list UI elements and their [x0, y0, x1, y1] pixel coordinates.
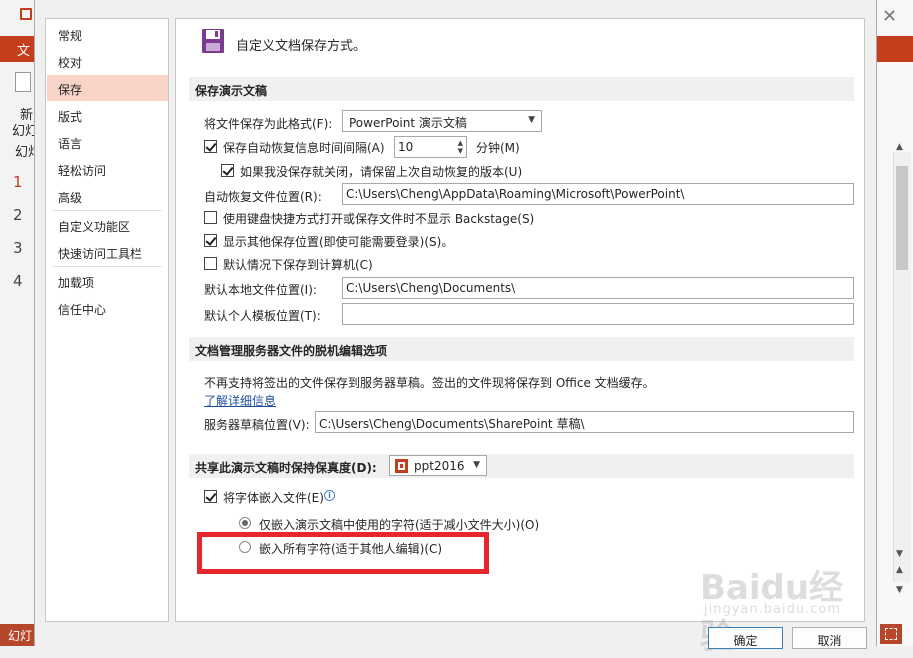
section-header-save: 保存演示文稿	[189, 77, 854, 101]
server-drafts-field[interactable]: C:\Users\Cheng\Documents\SharePoint 草稿\	[315, 411, 854, 433]
minutes-label: 分钟(M)	[476, 141, 520, 155]
scrollbar-thumb[interactable]	[896, 166, 908, 270]
info-icon[interactable]: i	[324, 490, 335, 501]
nav-item-accessibility[interactable]: 轻松访问	[47, 156, 168, 182]
autorecover-minutes-value: 10	[398, 140, 414, 154]
no-backstage-checkbox[interactable]	[204, 211, 217, 224]
default-template-location-field[interactable]	[342, 303, 854, 325]
nav-item-customize-ribbon[interactable]: 自定义功能区	[47, 212, 168, 238]
default-local-location-label: 默认本地文件位置(I):	[204, 283, 317, 297]
autorecover-location-label: 自动恢复文件位置(R):	[204, 190, 322, 204]
chevron-down-icon: ▼	[473, 460, 480, 470]
slide-thumbnail-3[interactable]: 3	[13, 239, 23, 257]
nav-item-quick-access-toolbar[interactable]: 快速访问工具栏	[47, 239, 168, 265]
watermark-url: jingyan.baidu.com	[704, 602, 841, 617]
show-additional-places-checkbox[interactable]	[204, 234, 217, 247]
offline-description: 不再支持将签出的文件保存到服务器草稿。签出的文件现将保存到 Office 文档缓…	[204, 376, 655, 390]
background-left-strip	[0, 0, 36, 646]
powerpoint-file-icon	[395, 459, 408, 473]
autorecover-location-field[interactable]: C:\Users\Cheng\AppData\Roaming\Microsoft…	[342, 183, 854, 205]
fidelity-title: 共享此演示文稿时保持保真度(D):	[195, 461, 377, 475]
presentation-dropdown[interactable]: ppt2016 ▼	[389, 455, 487, 476]
fit-window-icon	[885, 628, 897, 640]
autorecover-label: 保存自动恢复信息时间间隔(A)	[223, 141, 385, 155]
slide-thumbnail-1[interactable]: 1	[13, 173, 23, 191]
previous-slide-icon[interactable]: ▲	[896, 565, 903, 575]
nav-item-language[interactable]: 语言	[47, 129, 168, 155]
nav-item-layout[interactable]: 版式	[47, 102, 168, 128]
spin-down-icon[interactable]: ▼	[458, 148, 463, 155]
slide-thumbnail-2[interactable]: 2	[13, 206, 23, 224]
ribbon-edge	[877, 36, 913, 62]
server-drafts-label: 服务器草稿位置(V):	[204, 418, 310, 432]
save-format-dropdown[interactable]: PowerPoint 演示文稿 ▼	[342, 110, 542, 132]
nav-item-save[interactable]: 保存	[47, 75, 168, 101]
slide-thumbnail-4[interactable]: 4	[13, 272, 23, 290]
save-to-computer-checkbox[interactable]	[204, 257, 217, 270]
keep-last-version-checkbox[interactable]	[221, 164, 234, 177]
section-header-offline-editing: 文档管理服务器文件的脱机编辑选项	[189, 337, 854, 361]
autorecover-checkbox[interactable]	[204, 140, 217, 153]
nav-item-proofing[interactable]: 校对	[47, 48, 168, 74]
nav-item-general[interactable]: 常规	[47, 21, 168, 47]
presentation-name: ppt2016	[414, 459, 465, 473]
default-local-location-field[interactable]: C:\Users\Cheng\Documents\	[342, 277, 854, 299]
section-header-fidelity: 共享此演示文稿时保持保真度(D):	[189, 454, 854, 478]
no-backstage-label: 使用键盘快捷方式打开或保存文件时不显示 Backstage(S)	[223, 212, 535, 226]
save-format-value: PowerPoint 演示文稿	[349, 116, 467, 130]
chevron-down-icon: ▼	[528, 115, 535, 125]
scroll-down-arrow-icon[interactable]: ▼	[896, 549, 903, 559]
save-to-computer-label: 默认情况下保存到计算机(C)	[223, 258, 373, 272]
next-slide-icon[interactable]: ▼	[896, 585, 903, 595]
autorecover-minutes-spinner[interactable]: 10 ▲ ▼	[394, 136, 467, 158]
embed-used-characters-label: 仅嵌入演示文稿中使用的字符(适于减小文件大小)(O)	[259, 518, 540, 532]
options-nav-pane: 常规 校对 保存 版式 语言 轻松访问 高级 自定义功能区 快速访问工具栏 加载…	[45, 18, 169, 622]
new-slide-icon[interactable]	[15, 72, 31, 92]
nav-divider	[52, 210, 162, 211]
scroll-up-arrow-icon[interactable]: ▲	[896, 142, 903, 152]
embed-used-characters-radio[interactable]	[239, 517, 251, 529]
file-tab[interactable]: 文	[0, 36, 36, 62]
save-format-label: 将文件保存为此格式(F):	[204, 117, 333, 131]
status-bar-slide-info: 幻灯	[0, 624, 36, 646]
keep-last-version-label: 如果我没保存就关闭，请保留上次自动恢复的版本(U)	[240, 165, 523, 179]
default-template-location-label: 默认个人模板位置(T):	[204, 309, 321, 323]
save-icon[interactable]	[20, 8, 32, 20]
nav-item-trust-center[interactable]: 信任中心	[47, 295, 168, 321]
page-title: 自定义文档保存方式。	[236, 39, 367, 54]
learn-more-link[interactable]: 了解详细信息	[204, 392, 276, 409]
watermark: Baidu经验 jingyan.baidu.com	[700, 560, 870, 657]
annotation-highlight-box	[197, 532, 489, 574]
show-additional-places-label: 显示其他保存位置(即使可能需要登录)(S)。	[223, 235, 454, 249]
close-icon[interactable]: ✕	[882, 6, 897, 27]
spin-up-icon[interactable]: ▲	[458, 140, 463, 147]
nav-item-advanced[interactable]: 高级	[47, 183, 168, 209]
save-disk-icon	[202, 29, 224, 53]
embed-fonts-checkbox[interactable]	[204, 490, 217, 503]
embed-fonts-label: 将字体嵌入文件(E)	[223, 491, 324, 505]
nav-divider	[52, 266, 162, 267]
nav-item-add-ins[interactable]: 加载项	[47, 268, 168, 294]
